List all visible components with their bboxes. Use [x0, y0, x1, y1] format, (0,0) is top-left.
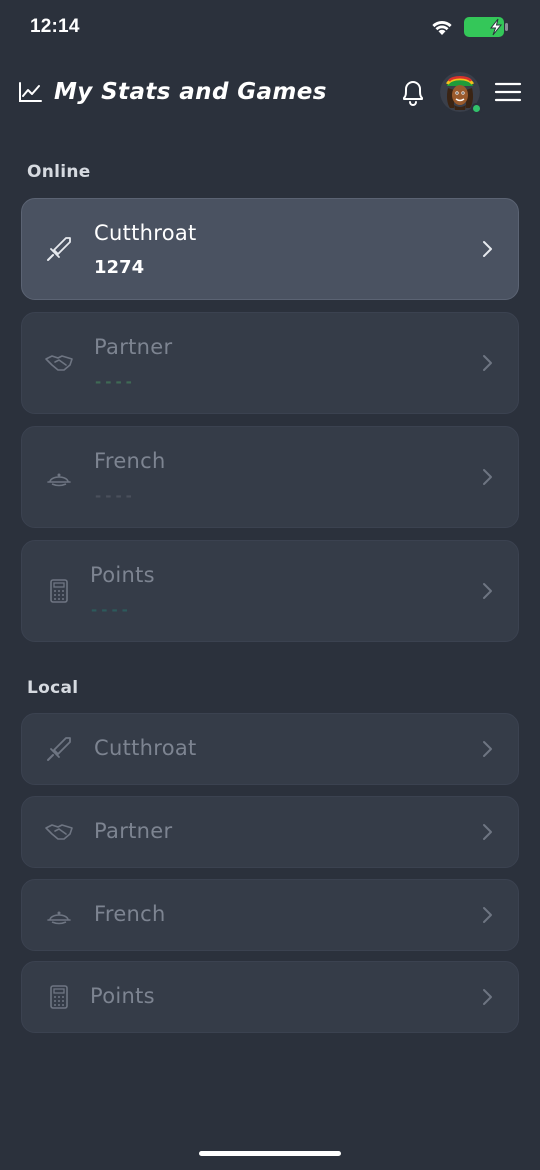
game-rating-placeholder: ---- [91, 601, 132, 619]
online-item-points[interactable]: Points ---- [21, 540, 519, 642]
avatar[interactable] [440, 72, 482, 114]
game-name: French [94, 902, 166, 926]
chevron-right-icon [483, 583, 492, 599]
status-icons [430, 16, 510, 38]
page-title: My Stats and Games [54, 79, 327, 105]
status-bar: 12:14 [0, 0, 540, 54]
app-header: My Stats and Games [0, 64, 540, 120]
sword-icon [47, 237, 71, 261]
calculator-icon [50, 579, 68, 603]
game-name: Cutthroat [94, 736, 197, 760]
online-item-french[interactable]: French ---- [21, 426, 519, 528]
game-name: French [94, 449, 166, 473]
local-item-points[interactable]: Points [21, 961, 519, 1033]
game-name: Cutthroat [94, 221, 197, 245]
status-time: 12:14 [30, 16, 80, 37]
menu-icon[interactable] [494, 81, 522, 103]
local-item-french[interactable]: French [21, 879, 519, 951]
chevron-right-icon [483, 989, 492, 1005]
section-label-online: Online [27, 162, 91, 182]
handshake-icon [45, 824, 73, 840]
local-item-cutthroat[interactable]: Cutthroat [21, 713, 519, 785]
game-rating: 1274 [94, 257, 145, 278]
game-name: Points [90, 984, 155, 1008]
online-item-partner[interactable]: Partner ---- [21, 312, 519, 414]
game-name: Points [90, 563, 155, 587]
chevron-right-icon [483, 241, 492, 257]
chevron-right-icon [483, 469, 492, 485]
stats-trend-icon [19, 82, 42, 102]
game-rating-placeholder: ---- [95, 373, 136, 391]
sword-icon [47, 737, 71, 761]
section-label-local: Local [27, 678, 79, 698]
chevron-right-icon [483, 907, 492, 923]
game-name: Partner [94, 335, 173, 359]
dish-icon [47, 473, 71, 487]
online-status-dot [471, 103, 482, 114]
game-rating-placeholder: ---- [95, 487, 136, 505]
chevron-right-icon [483, 741, 492, 757]
calculator-icon [50, 985, 68, 1009]
home-indicator[interactable] [199, 1151, 341, 1156]
chevron-right-icon [483, 824, 492, 840]
online-item-cutthroat[interactable]: Cutthroat 1274 [21, 198, 519, 300]
local-item-partner[interactable]: Partner [21, 796, 519, 868]
battery-charging-icon [464, 17, 508, 37]
game-name: Partner [94, 819, 173, 843]
bell-icon[interactable] [400, 78, 426, 106]
wifi-icon [432, 20, 452, 35]
handshake-icon [45, 355, 73, 371]
dish-icon [47, 911, 71, 925]
chevron-right-icon [483, 355, 492, 371]
